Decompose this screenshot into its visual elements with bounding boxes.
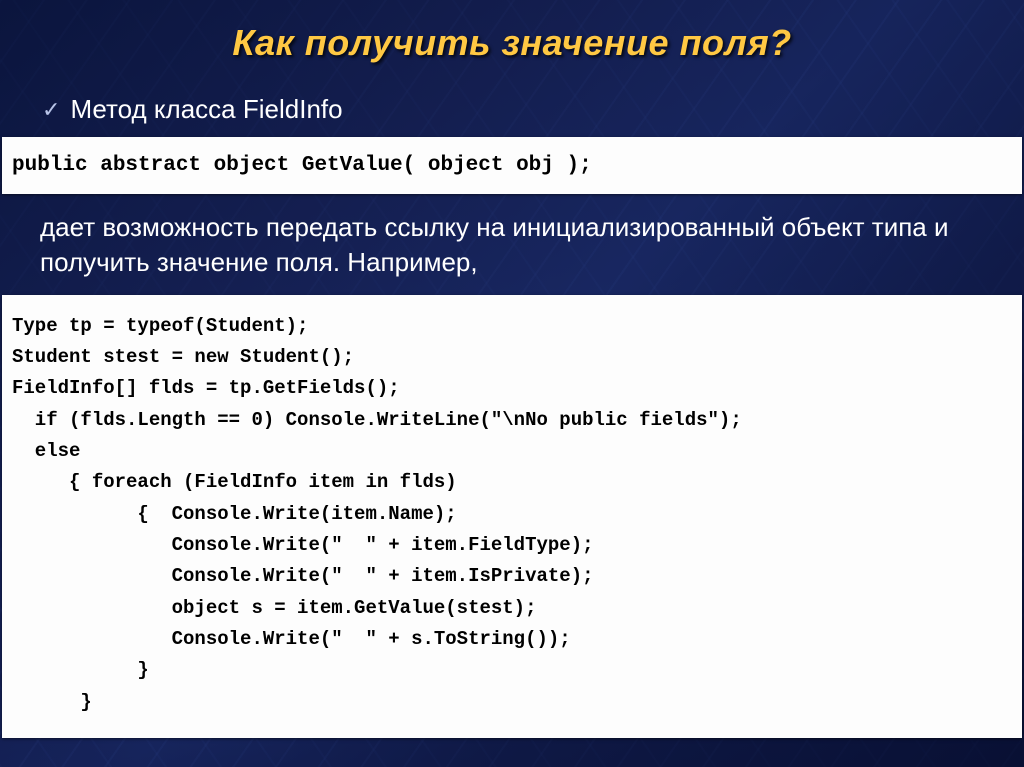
code-example-box: Type tp = typeof(Student); Student stest… [2, 295, 1022, 738]
bullet-text: Метод класса FieldInfo [70, 94, 342, 125]
checkmark-icon: ✓ [42, 99, 60, 121]
slide-title: Как получить значение поля? [0, 0, 1024, 64]
bullet-item: ✓ Метод класса FieldInfo [42, 94, 1024, 125]
method-signature-box: public abstract object GetValue( object … [2, 137, 1022, 194]
description-text: дает возможность передать ссылку на иниц… [40, 210, 980, 280]
slide: Как получить значение поля? ✓ Метод клас… [0, 0, 1024, 767]
